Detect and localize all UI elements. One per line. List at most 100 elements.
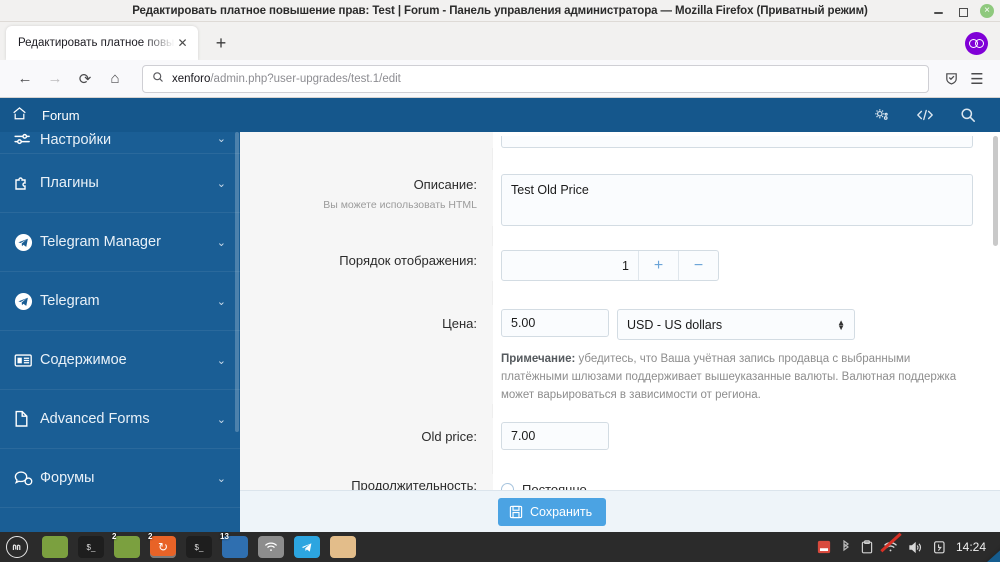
comments-icon	[14, 470, 40, 487]
sidebar-item-plugins[interactable]: Плагины ⌄	[0, 154, 240, 213]
admin-sidebar[interactable]: Настройки ⌄ Плагины ⌄ Telegram Manager ⌄	[0, 132, 240, 532]
form-row-description: Описание: Вы можете использовать HTML Te…	[240, 170, 1000, 226]
firefox-icon[interactable]: 2 ↻	[148, 532, 176, 558]
sidebar-scrollbar[interactable]	[235, 132, 239, 432]
price-note: Примечание: убедитесь, что Ваша учётная …	[501, 351, 979, 404]
admin-header: Forum	[0, 98, 1000, 132]
decrement-button[interactable]: −	[678, 251, 718, 280]
url-host: xenforo	[172, 72, 211, 85]
back-icon[interactable]: ←	[10, 65, 40, 93]
price-input[interactable]	[501, 309, 609, 337]
badge-count: 2	[148, 532, 153, 541]
display-order-label: Порядок отображения:	[339, 253, 477, 268]
display-order-label-cell: Порядок отображения:	[240, 246, 493, 281]
sidebar-item-label: Плагины	[40, 175, 99, 191]
folder-tan-icon[interactable]	[330, 536, 356, 558]
filezilla-icon[interactable]: 13	[220, 532, 248, 558]
display-order-stepper[interactable]: 1 + −	[501, 250, 719, 281]
home-icon[interactable]: ⌂	[100, 65, 130, 93]
screen: Редактировать платное повышение прав: Te…	[0, 0, 1000, 562]
battery-icon[interactable]	[933, 540, 946, 554]
chevron-down-icon: ⌄	[216, 177, 226, 190]
url-text: xenforo/admin.php?user-upgrades/test.1/e…	[172, 73, 401, 85]
forward-icon[interactable]: →	[40, 65, 70, 93]
save-button-label: Сохранить	[530, 504, 593, 519]
form-row-display-order: Порядок отображения: 1 + −	[240, 246, 1000, 281]
terminal-icon[interactable]: $_	[78, 536, 104, 558]
browser-navbar: ← → ⟳ ⌂ xenforo/admin.php?user-upgrades/…	[0, 60, 1000, 98]
row-label	[240, 132, 493, 148]
display-order-input[interactable]: 1	[502, 251, 638, 280]
linux-mint-menu-icon[interactable]	[6, 536, 28, 558]
save-button[interactable]: Сохранить	[498, 497, 607, 526]
price-note-bold: Примечание:	[501, 353, 576, 365]
truncated-input[interactable]	[501, 136, 973, 148]
sidebar-item-content[interactable]: Содержимое ⌄	[0, 331, 240, 390]
currency-select[interactable]: USD - US dollars ▲ ▼	[617, 309, 855, 340]
upgrade-edit-form: Описание: Вы можете использовать HTML Te…	[240, 132, 1000, 532]
url-bar[interactable]: xenforo/admin.php?user-upgrades/test.1/e…	[142, 64, 929, 93]
browser-menu-icon[interactable]: ☰	[964, 65, 990, 93]
old-price-label: Old price:	[421, 429, 477, 445]
description-field-cell: Test Old Price	[493, 170, 1000, 226]
sidebar-item-settings[interactable]: Настройки ⌄	[0, 132, 240, 154]
price-field-cell: USD - US dollars ▲▼ Примечание: убедитес…	[493, 305, 1000, 404]
search-icon[interactable]	[960, 107, 976, 123]
admin-brand[interactable]: Forum	[42, 108, 80, 123]
sidebar-item-telegram-manager[interactable]: Telegram Manager ⌄	[0, 213, 240, 272]
sidebar-item-advanced-forms[interactable]: Advanced Forms ⌄	[0, 390, 240, 449]
sidebar-item-forums[interactable]: Форумы ⌄	[0, 449, 240, 508]
chevron-updown-icon: ▲ ▼	[837, 317, 845, 332]
telegram-icon	[14, 233, 40, 252]
sidebar-item-label: Содержимое	[40, 352, 127, 368]
volume-icon[interactable]	[908, 541, 923, 554]
sidebar-item-label: Настройки	[40, 132, 112, 148]
description-textarea[interactable]: Test Old Price	[501, 174, 973, 226]
chevron-down-icon: ⌄	[216, 295, 226, 308]
url-path: /admin.php?user-upgrades/test.1/edit	[210, 72, 401, 85]
search-icon	[152, 71, 164, 86]
gear-options-icon[interactable]	[873, 107, 890, 124]
bluetooth-icon[interactable]	[841, 540, 851, 554]
clipboard-icon[interactable]	[861, 540, 873, 554]
window-title: Редактировать платное повышение прав: Te…	[132, 4, 868, 17]
new-tab-button[interactable]: +	[207, 29, 235, 57]
maximize-button[interactable]	[956, 5, 969, 18]
increment-button[interactable]: +	[638, 251, 678, 280]
tab-title: Редактировать платное повы	[18, 37, 175, 49]
content-scrollbar[interactable]	[993, 136, 998, 246]
tray-app-icon[interactable]	[817, 540, 831, 554]
save-disk-icon	[509, 505, 523, 519]
sticky-save-bar: Сохранить	[240, 490, 1000, 532]
sidebar-item-label: Форумы	[40, 470, 95, 486]
document-icon	[14, 410, 40, 428]
form-row-old-price: Old price:	[240, 418, 1000, 451]
admin-content: Описание: Вы можете использовать HTML Te…	[240, 132, 1000, 532]
chevron-down-icon: ⌄	[216, 133, 226, 145]
currency-select-value: USD - US dollars	[627, 317, 723, 332]
form-row-price: Цена: USD - US dollars ▲▼ П	[240, 305, 1000, 405]
old-price-input[interactable]	[501, 422, 609, 451]
close-button[interactable]: ×	[980, 4, 994, 18]
desktop-taskbar: $_ 2 2 ↻ $_ 13 14:24	[0, 532, 1000, 562]
sidebar-item-label: Telegram	[40, 293, 100, 309]
description-hint: Вы можете использовать HTML	[323, 198, 477, 211]
close-icon[interactable]: ✕	[175, 36, 190, 50]
shield-icon[interactable]	[938, 65, 964, 93]
file-manager-green-icon[interactable]	[42, 536, 68, 558]
price-label-cell: Цена:	[240, 305, 493, 405]
telegram-icon[interactable]	[294, 536, 320, 558]
chevron-down-icon: ⌄	[216, 472, 226, 485]
minimize-button[interactable]	[932, 5, 945, 18]
code-icon[interactable]	[916, 107, 934, 123]
sliders-icon	[14, 132, 40, 146]
home-icon[interactable]	[12, 106, 27, 124]
wifi-app-icon[interactable]	[258, 536, 284, 558]
terminal-icon[interactable]: $_	[186, 536, 212, 558]
taskbar-clock: 14:24	[955, 540, 986, 554]
folder-green-icon[interactable]: 2	[112, 532, 140, 558]
reload-icon[interactable]: ⟳	[70, 65, 100, 93]
admin-header-icons	[873, 107, 988, 124]
sidebar-item-telegram[interactable]: Telegram ⌄	[0, 272, 240, 331]
browser-tab[interactable]: Редактировать платное повы ✕	[6, 26, 198, 60]
